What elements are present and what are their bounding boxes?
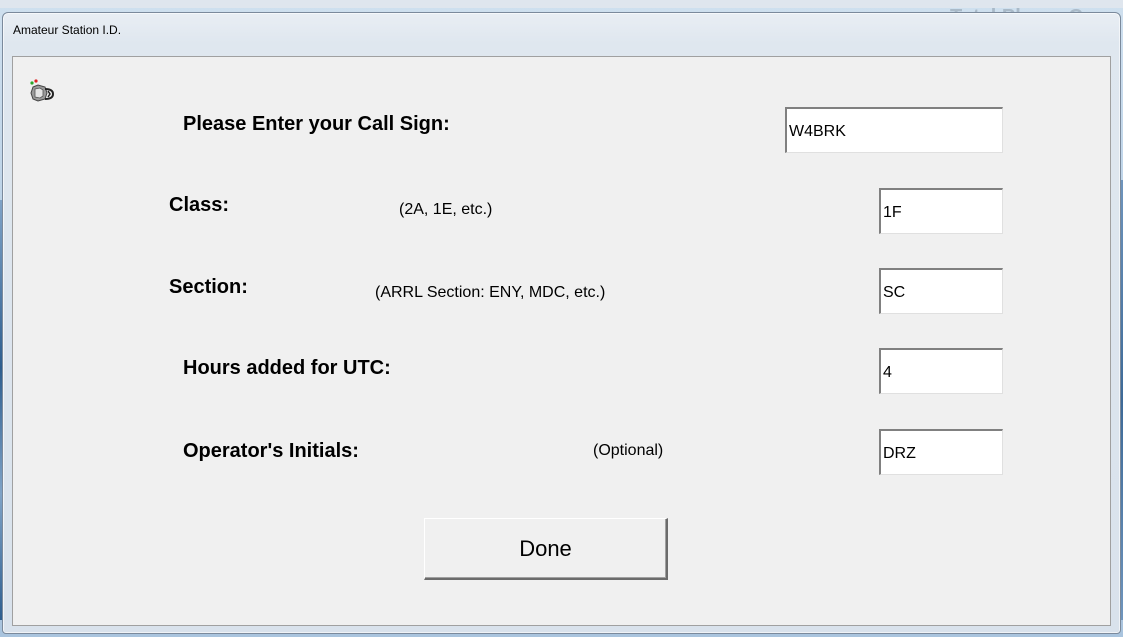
call-sign-input[interactable] [785, 107, 1003, 153]
done-button[interactable]: Done [424, 518, 668, 580]
utc-hours-input[interactable] [879, 348, 1003, 394]
operator-initials-label: Operator's Initials: [183, 440, 359, 462]
radio-key-icon [30, 79, 55, 102]
operator-initials-hint: (Optional) [593, 442, 664, 459]
section-label: Section: [169, 276, 248, 298]
section-hint: (ARRL Section: ENY, MDC, etc.) [375, 284, 606, 301]
section-input[interactable] [879, 268, 1003, 314]
operator-initials-input[interactable] [879, 429, 1003, 475]
dialog-client-area: Please Enter your Call Sign: Class: (2A,… [12, 56, 1111, 626]
class-hint: (2A, 1E, etc.) [399, 201, 493, 218]
dialog-window: Amateur Station I.D. Please Enter your C… [2, 12, 1121, 634]
call-sign-label: Please Enter your Call Sign: [183, 113, 450, 135]
title-bar[interactable]: Amateur Station I.D. [3, 13, 1120, 49]
class-input[interactable] [879, 188, 1003, 234]
class-label: Class: [169, 194, 230, 216]
window-title: Amateur Station I.D. [13, 23, 122, 37]
utc-hours-label: Hours added for UTC: [183, 357, 391, 379]
